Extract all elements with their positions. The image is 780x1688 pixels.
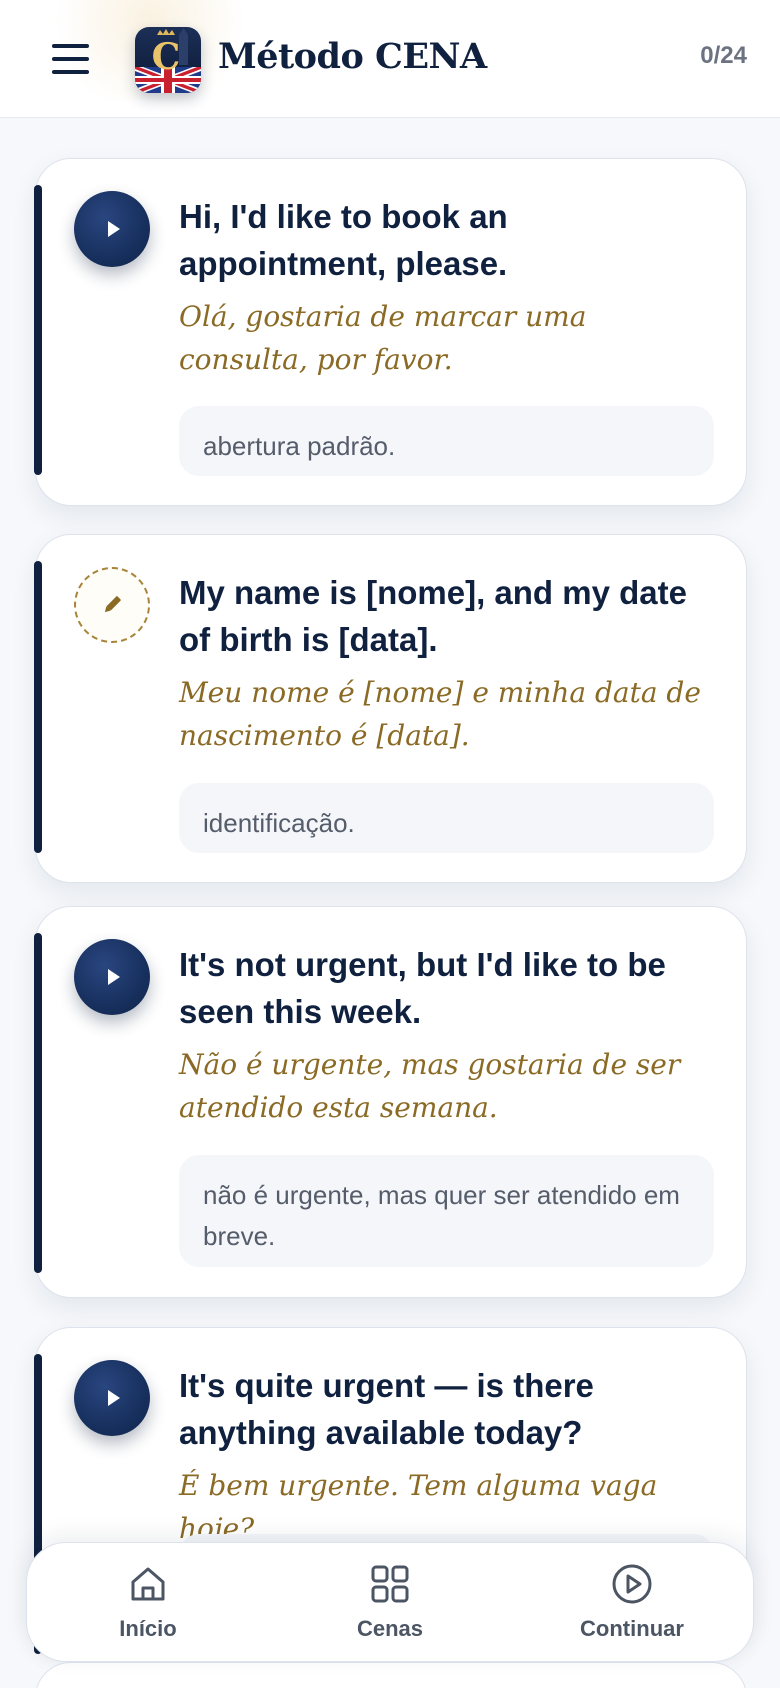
phrase-english: Hi, I'd like to book an appointment, ple… (179, 198, 508, 282)
play-audio-button[interactable] (74, 1360, 150, 1436)
nav-item-continuar[interactable]: Continuar (532, 1562, 732, 1642)
home-icon (131, 1567, 165, 1601)
play-icon (108, 1390, 120, 1406)
progress-counter: 0/24 (700, 42, 747, 69)
play-audio-button[interactable] (74, 191, 150, 267)
app-title: Método CENA (218, 36, 487, 77)
phrase-card: Hi, I'd like to book an appointment, ple… (34, 158, 747, 506)
card-accent-bar (34, 561, 42, 853)
nav-label: Cenas (356, 1616, 424, 1641)
phrase-card: My name is [nome], and my date of birth … (34, 534, 747, 883)
pencil-icon (104, 596, 121, 613)
phrase-english: It's not urgent, but I'd like to be seen… (179, 946, 666, 1030)
nav-item-inicio[interactable]: Início (48, 1562, 248, 1642)
play-circle-icon (612, 1564, 652, 1604)
app-header: C Método CENA 0/24 (0, 0, 780, 118)
svg-text:C: C (152, 36, 181, 78)
phrase-card: It's not urgent, but I'd like to be seen… (34, 906, 747, 1298)
phrase-english: It's quite urgent — is there anything av… (179, 1367, 594, 1451)
phrase-note: abertura padrão. (179, 406, 714, 476)
phrase-portuguese: Olá, gostaria de marcar uma consulta, po… (179, 300, 587, 376)
app-logo: C (135, 27, 201, 93)
nav-item-cenas[interactable]: Cenas (290, 1562, 490, 1642)
play-icon (108, 221, 120, 237)
phrase-note: não é urgente, mas quer ser atendido em … (179, 1155, 714, 1267)
bottom-navigation: Início Cenas Continuar (26, 1542, 754, 1662)
play-audio-button[interactable] (74, 939, 150, 1015)
phrase-note: identificação. (179, 783, 714, 853)
play-icon (108, 969, 120, 985)
menu-icon[interactable] (52, 44, 92, 74)
nav-label: Continuar (580, 1616, 684, 1641)
nav-label: Início (119, 1616, 177, 1641)
phrase-portuguese: Meu nome é [nome] e minha data de nascim… (179, 676, 701, 752)
card-accent-bar (34, 933, 42, 1273)
grid-icon (371, 1565, 409, 1603)
phrase-portuguese: Não é urgente, mas gostaria de ser atend… (179, 1048, 681, 1124)
edit-phrase-button[interactable] (74, 567, 150, 643)
phrase-english: My name is [nome], and my date of birth … (179, 574, 687, 658)
card-accent-bar (34, 185, 42, 475)
phrase-card-peek (35, 1662, 747, 1688)
